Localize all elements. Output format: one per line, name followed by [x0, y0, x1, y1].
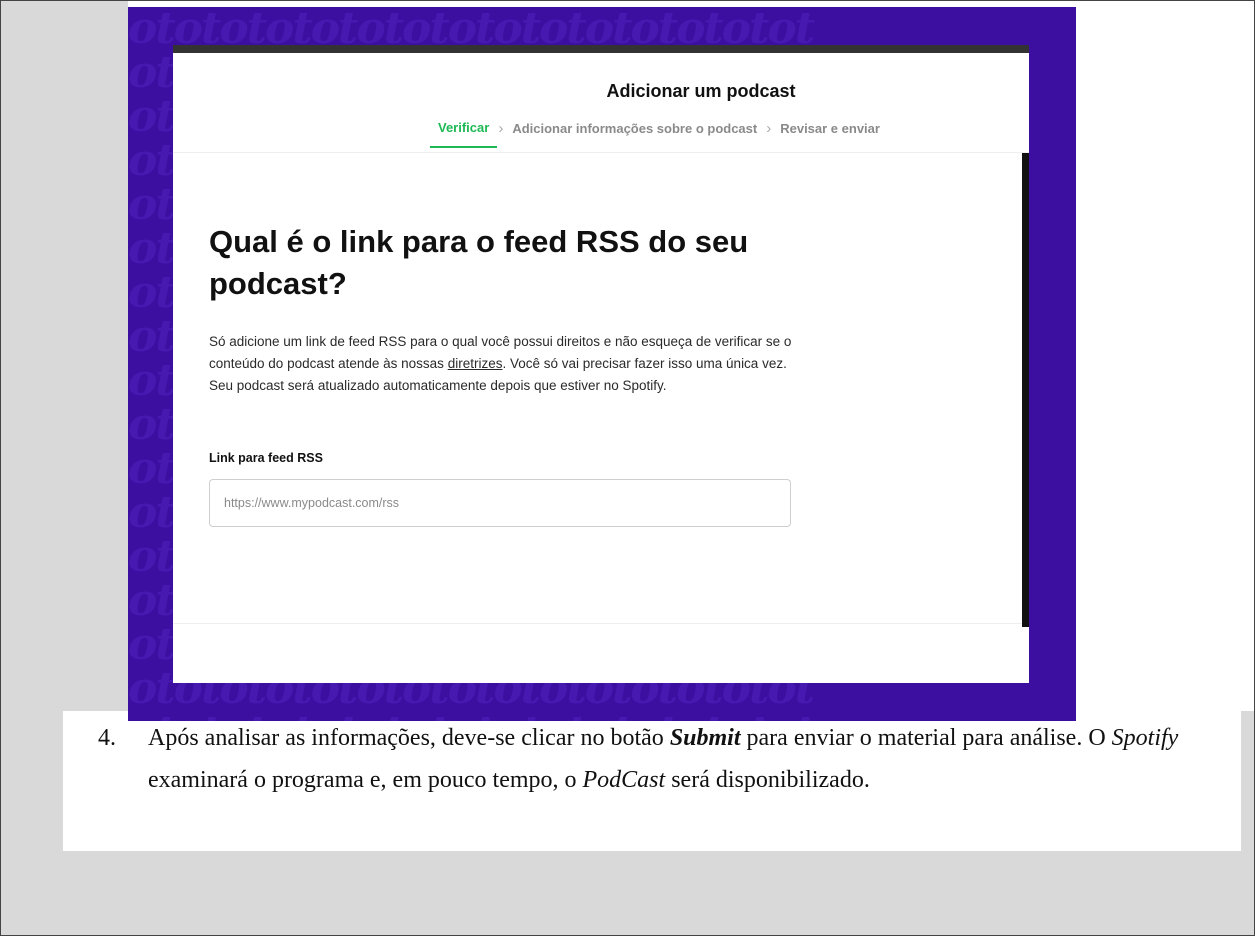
para-text-4: será disponibilizado.: [665, 767, 870, 793]
rss-url-input[interactable]: [209, 479, 791, 527]
chevron-right-icon: ›: [766, 120, 772, 137]
paragraph-body: Após analisar as informações, deve-se cl…: [98, 717, 1228, 801]
cell-shading-bottom: [1, 851, 1254, 935]
step-paragraph: 4. Após analisar as informações, deve-se…: [98, 717, 1228, 801]
document-frame: ototototototototototototototot ototototo…: [0, 0, 1255, 936]
step-progress: Verificar › Adicionar informações sobre …: [429, 120, 880, 148]
page-title: Adicionar um podcast: [606, 81, 796, 101]
rss-description: Só adicione um link de feed RSS para o q…: [209, 331, 809, 397]
rss-heading: Qual é o link para o feed RSS do seu pod…: [209, 224, 749, 301]
submit-term: Submit: [669, 725, 741, 751]
chevron-right-icon: ›: [498, 120, 504, 137]
list-number: 4.: [98, 725, 116, 751]
cell-shading-left: [1, 1, 128, 711]
step-verify[interactable]: Verificar: [429, 120, 498, 148]
footer-divider: [173, 623, 1029, 624]
spotify-term: Spotify: [1111, 725, 1179, 751]
scrollbar[interactable]: [1022, 153, 1029, 627]
para-text-1: Após analisar as informações, deve-se cl…: [148, 725, 670, 751]
podcast-term: PodCast: [582, 767, 666, 793]
cell-shading-right: [1076, 1, 1254, 711]
header-divider: [173, 152, 1029, 153]
rss-field-label: Link para feed RSS: [209, 451, 323, 465]
browser-top-bar: [173, 45, 1029, 53]
guidelines-link[interactable]: diretrizes: [448, 356, 503, 371]
step-review-submit[interactable]: Revisar e enviar: [780, 121, 880, 136]
embedded-screenshot: ototototototototototototototot ototototo…: [128, 7, 1076, 721]
step-add-info[interactable]: Adicionar informações sobre o podcast: [512, 121, 757, 136]
cell-shading-right-text: [1241, 711, 1254, 851]
para-text-2: para enviar o material para análise. O: [740, 725, 1112, 751]
para-text-3: examinará o programa e, em pouco tempo, …: [148, 767, 583, 793]
add-podcast-card: Adicionar um podcast Verificar › Adicion…: [173, 53, 1029, 683]
cell-shading-left-text: [1, 711, 63, 851]
